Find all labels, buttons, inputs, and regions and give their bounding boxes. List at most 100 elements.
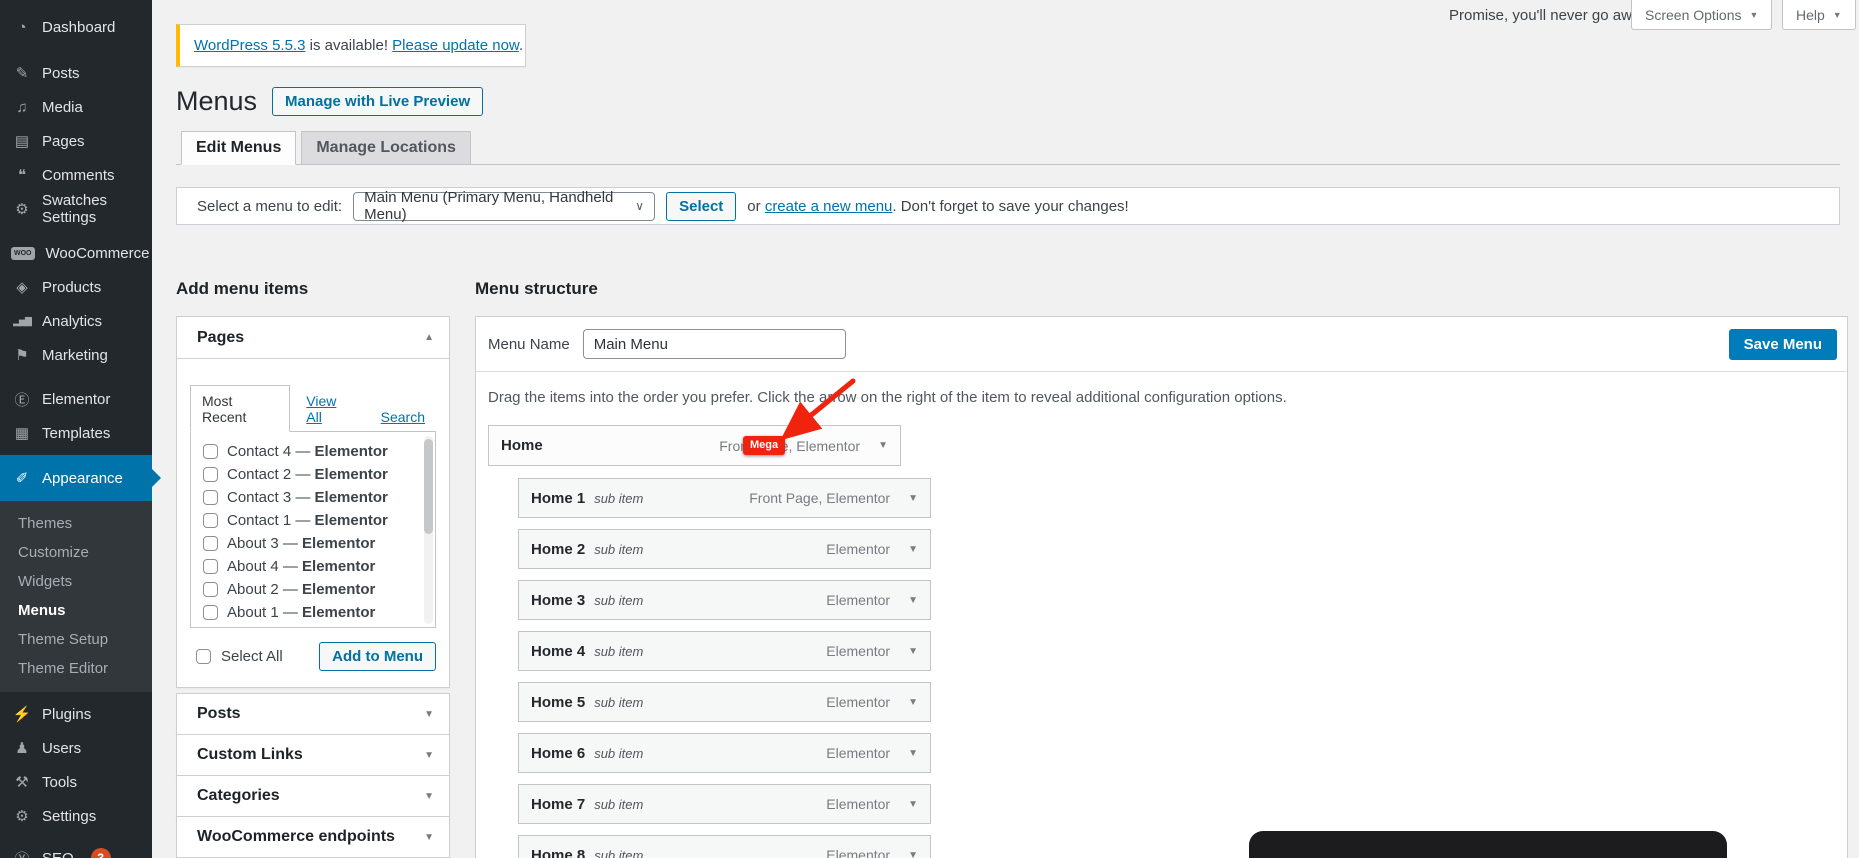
select-all-checkbox[interactable] (196, 649, 211, 664)
menu-item-home-4[interactable]: Home 4 sub item Elementor ▼ (518, 631, 931, 671)
page-checklist-item[interactable]: Contact 3 — Elementor (191, 486, 435, 509)
scrollbar-thumb[interactable] (424, 439, 433, 534)
checkbox[interactable] (203, 582, 218, 597)
sidebar-item-products[interactable]: ◈ Products (0, 270, 152, 304)
submenu-item-theme-setup[interactable]: Theme Setup (0, 625, 152, 654)
checkbox[interactable] (203, 605, 218, 620)
sidebar-item-appearance[interactable]: ✐ Appearance (0, 455, 161, 501)
drag-instructions: Drag the items into the order you prefer… (488, 389, 1287, 406)
megaphone-icon: ⚑ (15, 347, 29, 364)
checkbox[interactable] (203, 536, 218, 551)
tab-manage-locations[interactable]: Manage Locations (301, 131, 471, 165)
checkbox[interactable] (203, 467, 218, 482)
select-all-control[interactable]: Select All (196, 648, 283, 665)
submenu-item-customize[interactable]: Customize (0, 538, 152, 567)
sidebar-item-elementor[interactable]: Ⓔ Elementor (0, 382, 152, 416)
item-options-caret[interactable]: ▼ (908, 544, 918, 555)
checkbox[interactable] (203, 444, 218, 459)
menu-item-home-5[interactable]: Home 5 sub item Elementor ▼ (518, 682, 931, 722)
sidebar-item-swatches-settings[interactable]: ⚙ Swatches Settings (0, 192, 152, 226)
page-checklist-item[interactable]: About 4 — Elementor (191, 555, 435, 578)
select-caret-icon: ∨ (635, 199, 645, 213)
checkbox[interactable] (203, 559, 218, 574)
posts-metabox-header[interactable]: Posts ▼ (176, 693, 450, 735)
tab-most-recent[interactable]: Most Recent (190, 385, 291, 432)
submenu-item-widgets[interactable]: Widgets (0, 567, 152, 596)
screen-options-label: Screen Options (1645, 6, 1742, 23)
sidebar-item-users[interactable]: ♟ Users (0, 731, 152, 765)
tab-edit-menus[interactable]: Edit Menus (181, 131, 297, 165)
sidebar-item-label: Dashboard (42, 18, 116, 36)
or-text: or (747, 197, 761, 215)
update-now-link[interactable]: Please update now (392, 37, 519, 54)
tab-search[interactable]: Search (370, 402, 436, 431)
sidebar-item-plugins[interactable]: ⚡ Plugins (0, 697, 152, 731)
menu-item-home[interactable]: Home Mega Front Page, Elementor ▼ (488, 425, 901, 466)
woocommerce-icon: WOO (11, 246, 35, 260)
item-options-caret[interactable]: ▼ (908, 646, 918, 657)
checkbox[interactable] (203, 490, 218, 505)
add-to-menu-button[interactable]: Add to Menu (319, 642, 436, 671)
menu-item-type: Elementor (826, 796, 891, 812)
item-options-caret[interactable]: ▼ (908, 799, 918, 810)
item-options-caret[interactable]: ▼ (908, 595, 918, 606)
sidebar-item-marketing[interactable]: ⚑ Marketing (0, 338, 152, 372)
menu-item-home-6[interactable]: Home 6 sub item Elementor ▼ (518, 733, 931, 773)
gear-icon: ⚙ (15, 201, 29, 218)
tab-view-all[interactable]: View All (295, 386, 364, 431)
sidebar-item-comments[interactable]: ❝ Comments (0, 158, 152, 192)
sidebar-item-label: Analytics (42, 312, 103, 330)
menu-item-home-3[interactable]: Home 3 sub item Elementor ▼ (518, 580, 931, 620)
custom-links-metabox-header[interactable]: Custom Links ▼ (176, 734, 450, 776)
sub-item-tag: sub item (594, 490, 644, 506)
sub-item-tag: sub item (594, 694, 644, 710)
item-options-caret[interactable]: ▼ (908, 493, 918, 504)
sidebar-item-woocommerce[interactable]: WOO WooCommerce (0, 236, 152, 270)
help-button[interactable]: Help ▼ (1782, 0, 1856, 30)
create-new-menu-link[interactable]: create a new menu (765, 198, 893, 215)
menu-item-title: Home 4 (531, 642, 586, 660)
item-options-caret[interactable]: ▼ (878, 440, 888, 451)
select-menu-button[interactable]: Select (666, 191, 737, 221)
page-checklist-item[interactable]: About 2 — Elementor (191, 578, 435, 601)
woocommerce-endpoints-metabox-header[interactable]: WooCommerce endpoints ▼ (176, 816, 450, 858)
bar-chart-icon: ▂▅▇ (13, 315, 32, 326)
page-checklist-item[interactable]: Contact 4 — Elementor (191, 440, 435, 463)
submenu-item-theme-editor[interactable]: Theme Editor (0, 654, 152, 683)
page-checklist-item[interactable]: Contact 1 — Elementor (191, 509, 435, 532)
sidebar-item-posts[interactable]: ✎ Posts (0, 56, 152, 90)
sidebar-item-media[interactable]: ♫ Media (0, 90, 152, 124)
screen-options-button[interactable]: Screen Options ▼ (1631, 0, 1773, 30)
checkbox[interactable] (203, 513, 218, 528)
add-menu-items-column: Pages ▲ Most Recent View All Search Cont… (176, 316, 450, 858)
sidebar-item-analytics[interactable]: ▂▅▇ Analytics (0, 304, 152, 338)
sidebar-item-settings[interactable]: ⚙ Settings (0, 799, 152, 833)
menu-item-home-2[interactable]: Home 2 sub item Elementor ▼ (518, 529, 931, 569)
menu-name-input[interactable] (582, 329, 846, 359)
menu-item-type: Elementor (826, 847, 891, 858)
page-checklist-item[interactable]: About 1 — Elementor (191, 601, 435, 624)
sidebar-item-label: SEO (42, 849, 74, 858)
item-options-caret[interactable]: ▼ (908, 748, 918, 759)
submenu-item-menus[interactable]: Menus (0, 596, 152, 625)
page-checklist-item[interactable]: Contact 2 — Elementor (191, 463, 435, 486)
sidebar-item-seo[interactable]: Ⓨ SEO 3 (0, 841, 152, 858)
pages-metabox-header[interactable]: Pages ▲ (177, 317, 449, 359)
item-options-caret[interactable]: ▼ (908, 697, 918, 708)
menu-select-dropdown[interactable]: Main Menu (Primary Menu, Handheld Menu) … (353, 189, 656, 223)
pages-metabox: Pages ▲ Most Recent View All Search Cont… (176, 316, 450, 688)
save-menu-button[interactable]: Save Menu (1728, 328, 1837, 360)
menu-item-home-7[interactable]: Home 7 sub item Elementor ▼ (518, 784, 931, 824)
sidebar-item-pages[interactable]: ▤ Pages (0, 124, 152, 158)
submenu-item-themes[interactable]: Themes (0, 509, 152, 538)
manage-live-preview-button[interactable]: Manage with Live Preview (272, 87, 484, 116)
sidebar-item-tools[interactable]: ⚒ Tools (0, 765, 152, 799)
menu-item-home-1[interactable]: Home 1 sub item Front Page, Elementor ▼ (518, 478, 931, 518)
menu-item-home-8[interactable]: Home 8 sub item Elementor ▼ (518, 835, 931, 858)
sidebar-item-dashboard[interactable]: ◔ Dashboard (0, 10, 152, 44)
page-checklist-item[interactable]: About 3 — Elementor (191, 532, 435, 555)
wordpress-version-link[interactable]: WordPress 5.5.3 (194, 37, 305, 54)
sidebar-item-templates[interactable]: ▦ Templates (0, 416, 152, 450)
item-options-caret[interactable]: ▼ (908, 850, 918, 858)
categories-metabox-header[interactable]: Categories ▼ (176, 775, 450, 817)
